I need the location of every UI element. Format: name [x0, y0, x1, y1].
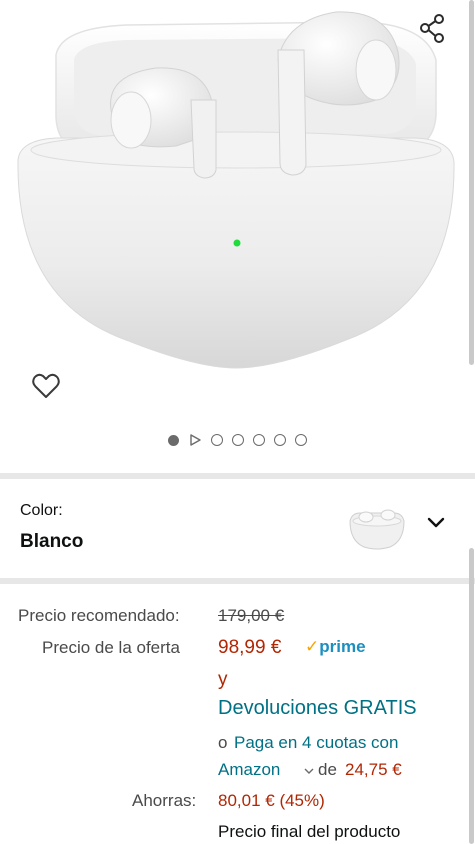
- pagination-dot[interactable]: [168, 434, 179, 446]
- installments-de: de: [318, 760, 337, 779]
- prime-badge: ✓prime: [305, 637, 366, 657]
- section-divider: [0, 578, 475, 584]
- savings-value: 80,01 € (45%): [218, 791, 325, 810]
- share-icon[interactable]: [415, 10, 451, 46]
- prime-label: prime: [319, 637, 366, 656]
- scrollbar[interactable]: [469, 548, 474, 844]
- pagination-dot[interactable]: [211, 434, 223, 446]
- color-swatch-thumbnail[interactable]: [346, 503, 408, 553]
- play-icon[interactable]: [188, 433, 202, 447]
- installments-prefix: o: [218, 733, 228, 752]
- color-value: Blanco: [20, 531, 84, 552]
- product-image[interactable]: [16, 0, 456, 385]
- pagination-dot[interactable]: [274, 434, 286, 446]
- installments-link[interactable]: Paga en 4 cuotas con: [234, 733, 398, 753]
- section-divider: [0, 473, 475, 479]
- pagination-dot[interactable]: [295, 434, 307, 446]
- list-price-label: Precio recomendado:: [18, 606, 180, 625]
- installments-amount: 24,75 €: [345, 760, 402, 779]
- scrollbar[interactable]: [469, 0, 474, 365]
- product-image-gallery[interactable]: [0, 0, 475, 470]
- chevron-down-icon[interactable]: [425, 511, 447, 533]
- installments-link-amazon[interactable]: Amazon: [218, 760, 280, 780]
- and-text: y: [218, 669, 228, 690]
- color-selector[interactable]: Color: Blanco: [0, 485, 475, 579]
- prime-check-icon: ✓: [305, 637, 320, 656]
- pagination-dot[interactable]: [232, 434, 244, 446]
- deal-price-label: Precio de la oferta: [42, 638, 180, 657]
- savings-label: Ahorras:: [132, 791, 197, 810]
- image-pagination[interactable]: [0, 432, 475, 448]
- deal-price: 98,99 €: [218, 637, 282, 658]
- free-returns-link[interactable]: Devoluciones GRATIS: [218, 697, 417, 720]
- color-label: Color:: [20, 502, 63, 519]
- list-price: 179,00 €: [218, 606, 285, 625]
- chevron-down-icon[interactable]: [303, 762, 315, 774]
- pagination-dot[interactable]: [253, 434, 265, 446]
- final-price-note: Precio final del producto: [218, 822, 401, 841]
- heart-icon[interactable]: [30, 370, 62, 402]
